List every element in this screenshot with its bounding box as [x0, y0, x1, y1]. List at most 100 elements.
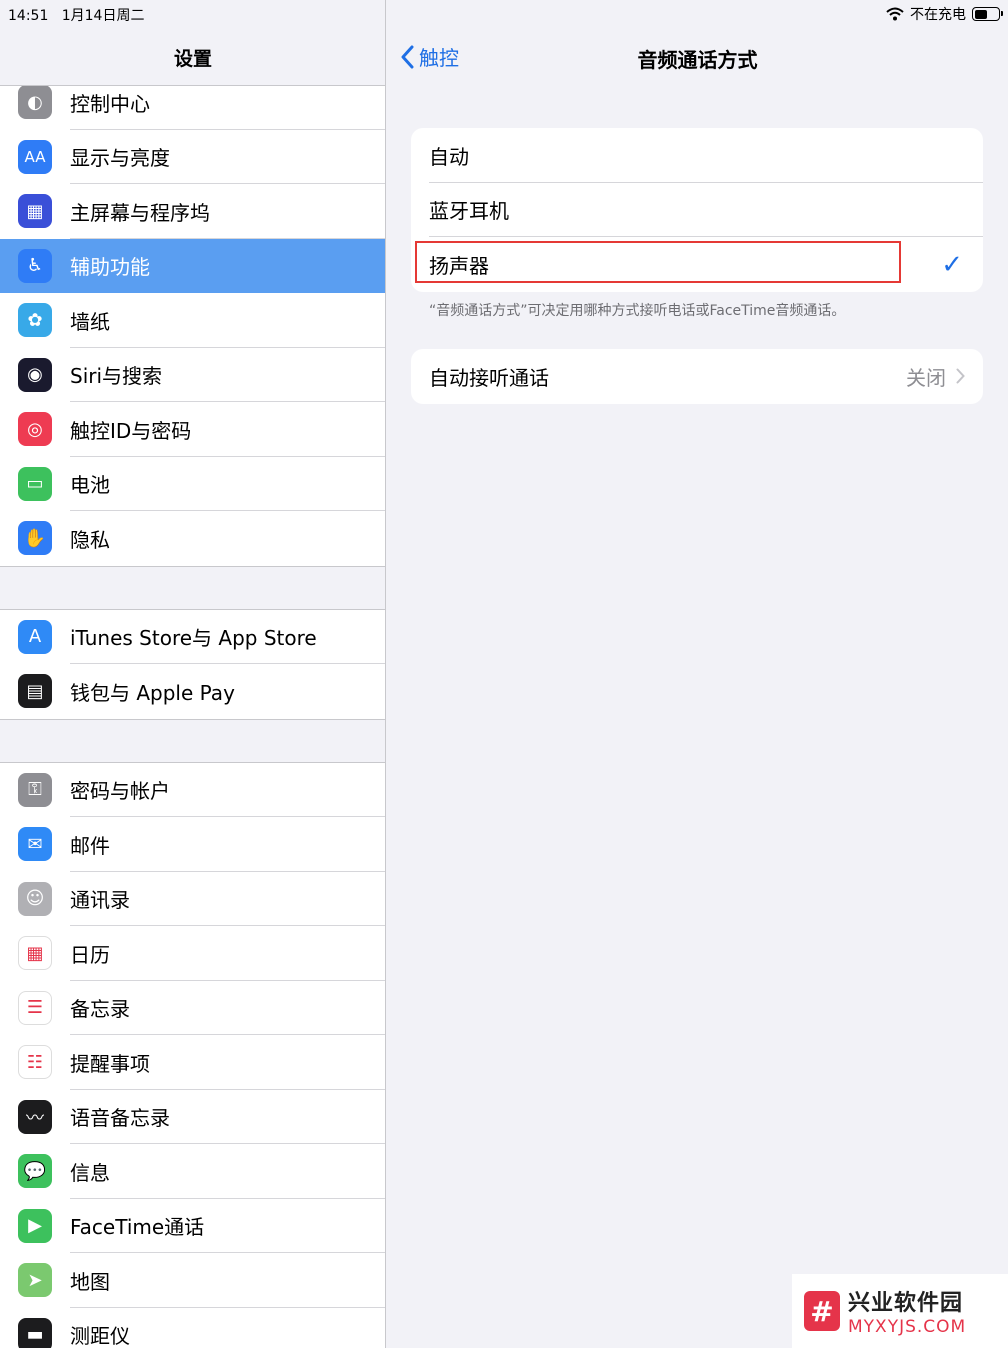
sidebar-groups: ◐ 控制中心 AA 显示与亮度 ▦ 主屏幕与程序坞 ♿ 辅助功能 ✿ 墙纸 ◉ Siri与搜索 ◎ 触控I… — [0, 74, 385, 1348]
sidebar-item[interactable]: ✉ 邮件 — [0, 817, 385, 872]
sidebar-item-label: 测距仪 — [70, 1324, 130, 1348]
sidebar-item-label: 隐私 — [70, 527, 110, 552]
auto-answer-row[interactable]: 自动接听通话 关闭 — [411, 349, 983, 404]
option-label: 蓝牙耳机 — [429, 199, 509, 224]
sidebar-item-label: 密码与帐户 — [70, 779, 170, 804]
watermark-logo-icon: # — [804, 1291, 840, 1331]
flower-icon: ✿ — [18, 303, 52, 338]
sidebar-item[interactable]: ⚿ 密码与帐户 — [0, 763, 385, 817]
highlight-box — [415, 241, 901, 283]
aa-icon: AA — [18, 139, 52, 174]
detail-pane: 触控 音频通话方式 自动 蓝牙耳机 扬声器 ✓ “音频通话方式”可决定用哪种方式… — [387, 0, 1008, 1348]
sidebar-item-label: FaceTime通话 — [70, 1215, 205, 1240]
sidebar-item[interactable]: ✿ 墙纸 — [0, 293, 385, 348]
sidebar-item-label: 邮件 — [70, 833, 110, 858]
sidebar-item-label: 控制中心 — [70, 91, 150, 116]
sidebar-item[interactable]: ♿ 辅助功能 — [0, 238, 385, 293]
sidebar-item-label: 信息 — [70, 1160, 110, 1185]
facetime-icon: ▶ — [18, 1208, 52, 1243]
sidebar-item[interactable]: ☰ 备忘录 — [0, 981, 385, 1035]
charging-status: 不在充电 — [910, 7, 966, 23]
watermark-subtitle: MYXYJS.COM — [848, 1317, 967, 1337]
sidebar-item[interactable]: 〰语音备忘录 — [0, 1090, 385, 1144]
contacts-icon: ☺ — [18, 881, 52, 916]
auto-answer-label: 自动接听通话 — [429, 365, 549, 390]
status-date: 1月14日周二 — [61, 8, 145, 24]
sidebar-item[interactable]: ▬ 测距仪 — [0, 1308, 385, 1348]
sidebar-title: 设置 — [173, 48, 212, 70]
voice-memo-icon: 〰 — [18, 1099, 52, 1134]
sidebar-item-label: 显示与亮度 — [70, 146, 170, 171]
checkmark-icon: ✓ — [941, 250, 963, 280]
accessibility-icon: ♿ — [18, 248, 52, 283]
sidebar-item-label: 钱包与 Apple Pay — [70, 680, 235, 705]
appstore-icon: A — [18, 619, 52, 654]
sidebar-item[interactable]: ☷ 提醒事项 — [0, 1035, 385, 1090]
sidebar-item-label: 提醒事项 — [70, 1051, 150, 1076]
sidebar-item-label: 电池 — [70, 473, 110, 498]
sidebar-item-label: 语音备忘录 — [70, 1106, 170, 1131]
status-time: 14:51 — [8, 8, 49, 24]
sidebar-item[interactable]: AiTunes Store与 App Store — [0, 610, 385, 664]
sidebar-item[interactable]: ➤ 地图 — [0, 1253, 385, 1308]
sidebar-item-label: Siri与搜索 — [70, 364, 163, 389]
sidebar-item-label: 触控ID与密码 — [70, 418, 192, 443]
hand-icon: ✋ — [18, 521, 52, 556]
wifi-icon — [886, 7, 904, 21]
sidebar-item[interactable]: ◉ Siri与搜索 — [0, 348, 385, 402]
settings-group: ⚿ 密码与帐户 ✉ 邮件 ☺ 通讯录 ▦ 日历 ☰ 备忘录 ☷ 提醒事项〰语音备忘录 💬 信息 ▶ FaceT… — [0, 761, 385, 1348]
key-icon: ⚿ — [18, 772, 52, 807]
sidebar-item-label: 辅助功能 — [70, 255, 150, 280]
sidebar-item-label: 备忘录 — [70, 997, 130, 1022]
toggles-icon: ◐ — [18, 85, 52, 120]
footnote: “音频通话方式”可决定用哪种方式接听电话或FaceTime音频通话。 — [429, 303, 846, 319]
settings-group: ◐ 控制中心 AA 显示与亮度 ▦ 主屏幕与程序坞 ♿ 辅助功能 ✿ 墙纸 ◉ Siri与搜索 ◎ 触控I… — [0, 74, 385, 567]
sidebar-item-label: 地图 — [70, 1269, 110, 1294]
settings-group: AiTunes Store与 App Store ▤ 钱包与 Apple Pay — [0, 608, 385, 720]
battery-icon — [972, 7, 1003, 21]
sidebar-item-label: 日历 — [70, 942, 110, 967]
measure-icon: ▬ — [18, 1317, 52, 1348]
sidebar-item[interactable]: ◎ 触控ID与密码 — [0, 402, 385, 457]
sidebar-item[interactable]: ▶ FaceTime通话 — [0, 1199, 385, 1253]
sidebar-item-label: iTunes Store与 App Store — [70, 626, 317, 651]
group-gap — [0, 567, 385, 609]
option-speaker[interactable]: 扬声器 ✓ — [411, 237, 983, 292]
option-auto[interactable]: 自动 — [411, 128, 983, 183]
sidebar-item[interactable]: ▭ 电池 — [0, 457, 385, 511]
sidebar-item[interactable]: ✋ 隐私 — [0, 511, 385, 566]
battery-icon: ▭ — [18, 466, 52, 501]
sidebar-item[interactable]: AA 显示与亮度 — [0, 130, 385, 184]
fingerprint-icon: ◎ — [18, 412, 52, 447]
grid-icon: ▦ — [18, 194, 52, 229]
calendar-icon: ▦ — [18, 936, 52, 971]
option-bluetooth[interactable]: 蓝牙耳机 — [411, 183, 983, 237]
watermark: # 兴业软件园 MYXYJS.COM — [792, 1274, 1008, 1348]
notes-icon: ☰ — [18, 990, 52, 1025]
wallet-icon: ▤ — [18, 674, 52, 709]
option-label: 自动 — [429, 144, 469, 169]
sidebar-item[interactable]: 💬 信息 — [0, 1144, 385, 1199]
maps-icon: ➤ — [18, 1263, 52, 1298]
group-gap — [0, 720, 385, 762]
page-title: 音频通话方式 — [637, 48, 758, 72]
sidebar-item[interactable]: ▤ 钱包与 Apple Pay — [0, 664, 385, 719]
sidebar-item[interactable]: ☺ 通讯录 — [0, 872, 385, 926]
watermark-title: 兴业软件园 — [848, 1291, 964, 1316]
sidebar-item[interactable]: ▦ 日历 — [0, 926, 385, 981]
sidebar-item-label: 主屏幕与程序坞 — [70, 200, 210, 225]
auto-answer-value: 关闭 — [906, 365, 946, 390]
nav-bar: 触控 音频通话方式 — [387, 26, 1008, 86]
sidebar-item-label: 通讯录 — [70, 888, 130, 913]
sidebar-header: 设置 — [0, 26, 385, 86]
sidebar-item[interactable]: ▦ 主屏幕与程序坞 — [0, 184, 385, 239]
reminders-icon: ☷ — [18, 1045, 52, 1080]
chevron-right-icon — [956, 368, 965, 384]
sidebar-item-label: 墙纸 — [70, 309, 110, 334]
mail-icon: ✉ — [18, 827, 52, 862]
status-bar: 14:51 1月14日周二 不在充电 — [0, 0, 1008, 26]
messages-icon: 💬 — [18, 1154, 52, 1189]
auto-answer-group: 自动接听通话 关闭 — [411, 349, 983, 404]
siri-icon: ◉ — [18, 357, 52, 392]
audio-route-options: 自动 蓝牙耳机 扬声器 ✓ — [411, 128, 983, 292]
